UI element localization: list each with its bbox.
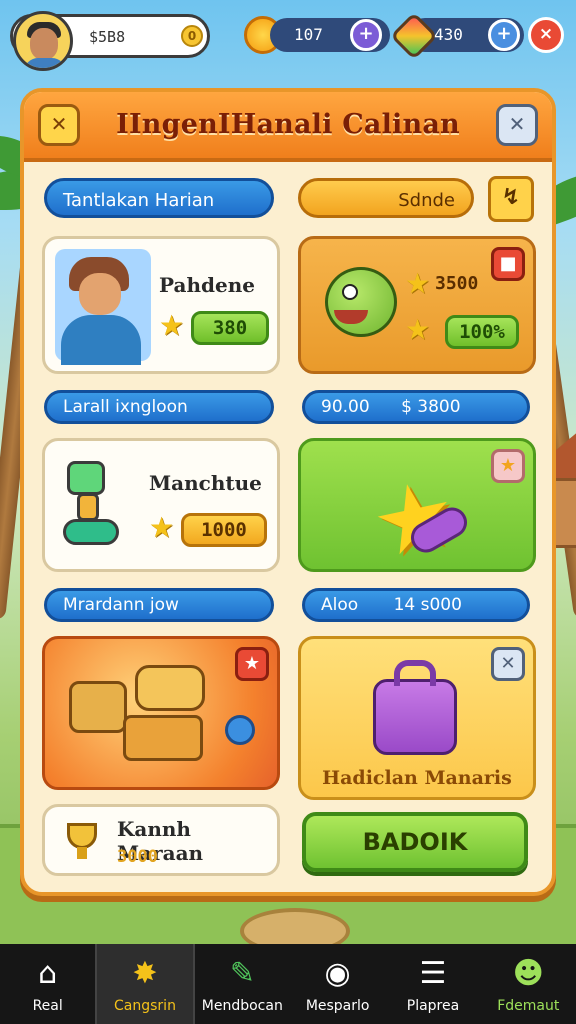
sort-bar[interactable]: Sdnde xyxy=(298,178,474,218)
portrait-body xyxy=(61,315,141,365)
treasure-item-icon xyxy=(135,665,205,711)
star-icon: ★ xyxy=(405,313,431,346)
avatar[interactable] xyxy=(13,11,73,71)
favorite-star-icon[interactable]: ★ xyxy=(491,449,525,483)
row3-right-bar[interactable]: Aloo 14 s000 xyxy=(302,588,530,622)
star-icon: ★ xyxy=(149,511,175,544)
nav-item-mesparlo[interactable]: ◉ Mesparlo xyxy=(290,944,385,1024)
top-hud: $5B8 0 107 + 430 + × xyxy=(8,8,568,71)
bottom-nav: ⌂ Real ✸ Cangsrin ✎ Mendbocan ◉ Mesparlo… xyxy=(0,944,576,1024)
bag-card[interactable]: ✕ Hadiclan Manaris xyxy=(298,636,536,800)
gadget-icon xyxy=(63,461,123,551)
treasure-item-icon xyxy=(123,715,203,761)
panel-header: ✕ IIngenIHanali Calinan ✕ xyxy=(24,92,552,162)
close-card-icon[interactable]: ✕ xyxy=(491,647,525,681)
nav-label: Mendbocan xyxy=(201,998,283,1014)
fish-value-top: 3500 xyxy=(435,273,479,294)
main-panel: ✕ IIngenIHanali Calinan ✕ Tantlakan Hari… xyxy=(20,88,556,896)
fish-value-bottom: 100% xyxy=(445,315,519,349)
nav-label: Fdemaut xyxy=(497,998,560,1014)
gem-amount: 430 xyxy=(434,25,463,44)
gadget-neck xyxy=(77,493,99,521)
row3-right-bar-b: 14 s000 xyxy=(393,595,462,615)
daily-tasks-bar[interactable]: Tantlakan Harian xyxy=(44,178,274,218)
nav-label: Cangsrin xyxy=(114,998,176,1014)
pahdene-value: 380 xyxy=(191,311,269,345)
blue-orb-icon xyxy=(225,715,255,745)
gadget-screen xyxy=(67,461,105,495)
player-cash-amount: $5B8 xyxy=(89,28,126,46)
pahdene-card[interactable]: Pahdene ★ 380 xyxy=(42,236,280,374)
nav-label: Plaprea xyxy=(406,998,460,1014)
target-icon: ◉ xyxy=(324,956,351,991)
badoik-button[interactable]: BADOIK xyxy=(302,812,528,872)
nav-label: Mesparlo xyxy=(305,998,370,1014)
filter-icon[interactable]: ↯ xyxy=(488,176,534,222)
trophy-cup xyxy=(67,823,97,849)
row3-right-bar-a: Aloo xyxy=(321,595,359,615)
pahdene-name: Pahdene xyxy=(159,273,255,297)
manchtue-value: 1000 xyxy=(181,513,267,547)
row2-left-bar[interactable]: Larall ixngloon xyxy=(44,390,274,424)
lock-icon[interactable]: ■ xyxy=(491,247,525,281)
treasure-card[interactable]: ★ xyxy=(42,636,280,790)
header-right-close-button[interactable]: ✕ xyxy=(496,104,538,146)
player-profile-pill[interactable]: $5B8 0 xyxy=(10,11,210,71)
coin-icon: 0 xyxy=(181,25,203,47)
nav-label: Real xyxy=(32,998,63,1014)
header-left-close-button[interactable]: ✕ xyxy=(38,104,80,146)
purple-bag-icon xyxy=(373,660,457,755)
bag-handle xyxy=(394,660,436,686)
star-icon: ★ xyxy=(159,309,185,342)
sparkle-icon: ✸ xyxy=(132,956,158,991)
fish-eye xyxy=(342,284,358,300)
character-portrait xyxy=(55,249,151,365)
nav-item-cangsrin[interactable]: ✸ Cangsrin xyxy=(95,944,195,1024)
sun-amount: 107 xyxy=(294,25,323,44)
row2-right-bar[interactable]: 90.00 $ 3800 xyxy=(302,390,530,424)
nav-item-mendbocan[interactable]: ✎ Mendbocan xyxy=(195,944,290,1024)
treasure-item-icon xyxy=(69,681,127,733)
kanah-card[interactable]: Kannh Maraan 3000 xyxy=(42,804,280,876)
gadget-base xyxy=(63,519,119,545)
star-icon: ★ xyxy=(405,267,431,300)
trophy-icon xyxy=(59,817,107,865)
star-reward-card[interactable]: ★ ★ xyxy=(298,438,536,572)
bag-caption: Hadiclan Manaris xyxy=(322,767,512,789)
kanah-value: 3000 xyxy=(117,847,158,867)
close-hud-button[interactable]: × xyxy=(528,17,564,53)
leaf-icon: ✎ xyxy=(229,956,255,991)
home-icon: ⌂ xyxy=(38,956,58,991)
row3-left-bar[interactable]: Mrardann jow xyxy=(44,588,274,622)
face-icon: ☻ xyxy=(512,956,544,991)
row2-right-bar-a: 90.00 xyxy=(321,397,370,417)
avatar-face xyxy=(30,28,58,60)
portrait-face xyxy=(79,273,121,315)
gem-plus-button[interactable]: + xyxy=(488,19,520,51)
row2-right-bar-b: $ 3800 xyxy=(401,397,461,417)
manchtue-name: Manchtue xyxy=(149,471,262,495)
nav-item-plaprea[interactable]: ☰ Plaprea xyxy=(385,944,480,1024)
manchtue-card[interactable]: Manchtue ★ 1000 xyxy=(42,438,280,572)
sun-plus-button[interactable]: + xyxy=(350,19,382,51)
nav-item-fdemaut[interactable]: ☻ Fdemaut xyxy=(481,944,576,1024)
nav-item-real[interactable]: ⌂ Real xyxy=(0,944,95,1024)
panel-title: IIngenIHanali Calinan xyxy=(116,109,460,140)
star-badge-icon[interactable]: ★ xyxy=(235,647,269,681)
trophy-stem xyxy=(77,847,87,859)
fish-mouth xyxy=(334,310,368,324)
list-icon: ☰ xyxy=(419,956,447,991)
fish-creature-icon xyxy=(325,267,397,337)
fish-card[interactable]: ★ 3500 ★ 100% ■ xyxy=(298,236,536,374)
